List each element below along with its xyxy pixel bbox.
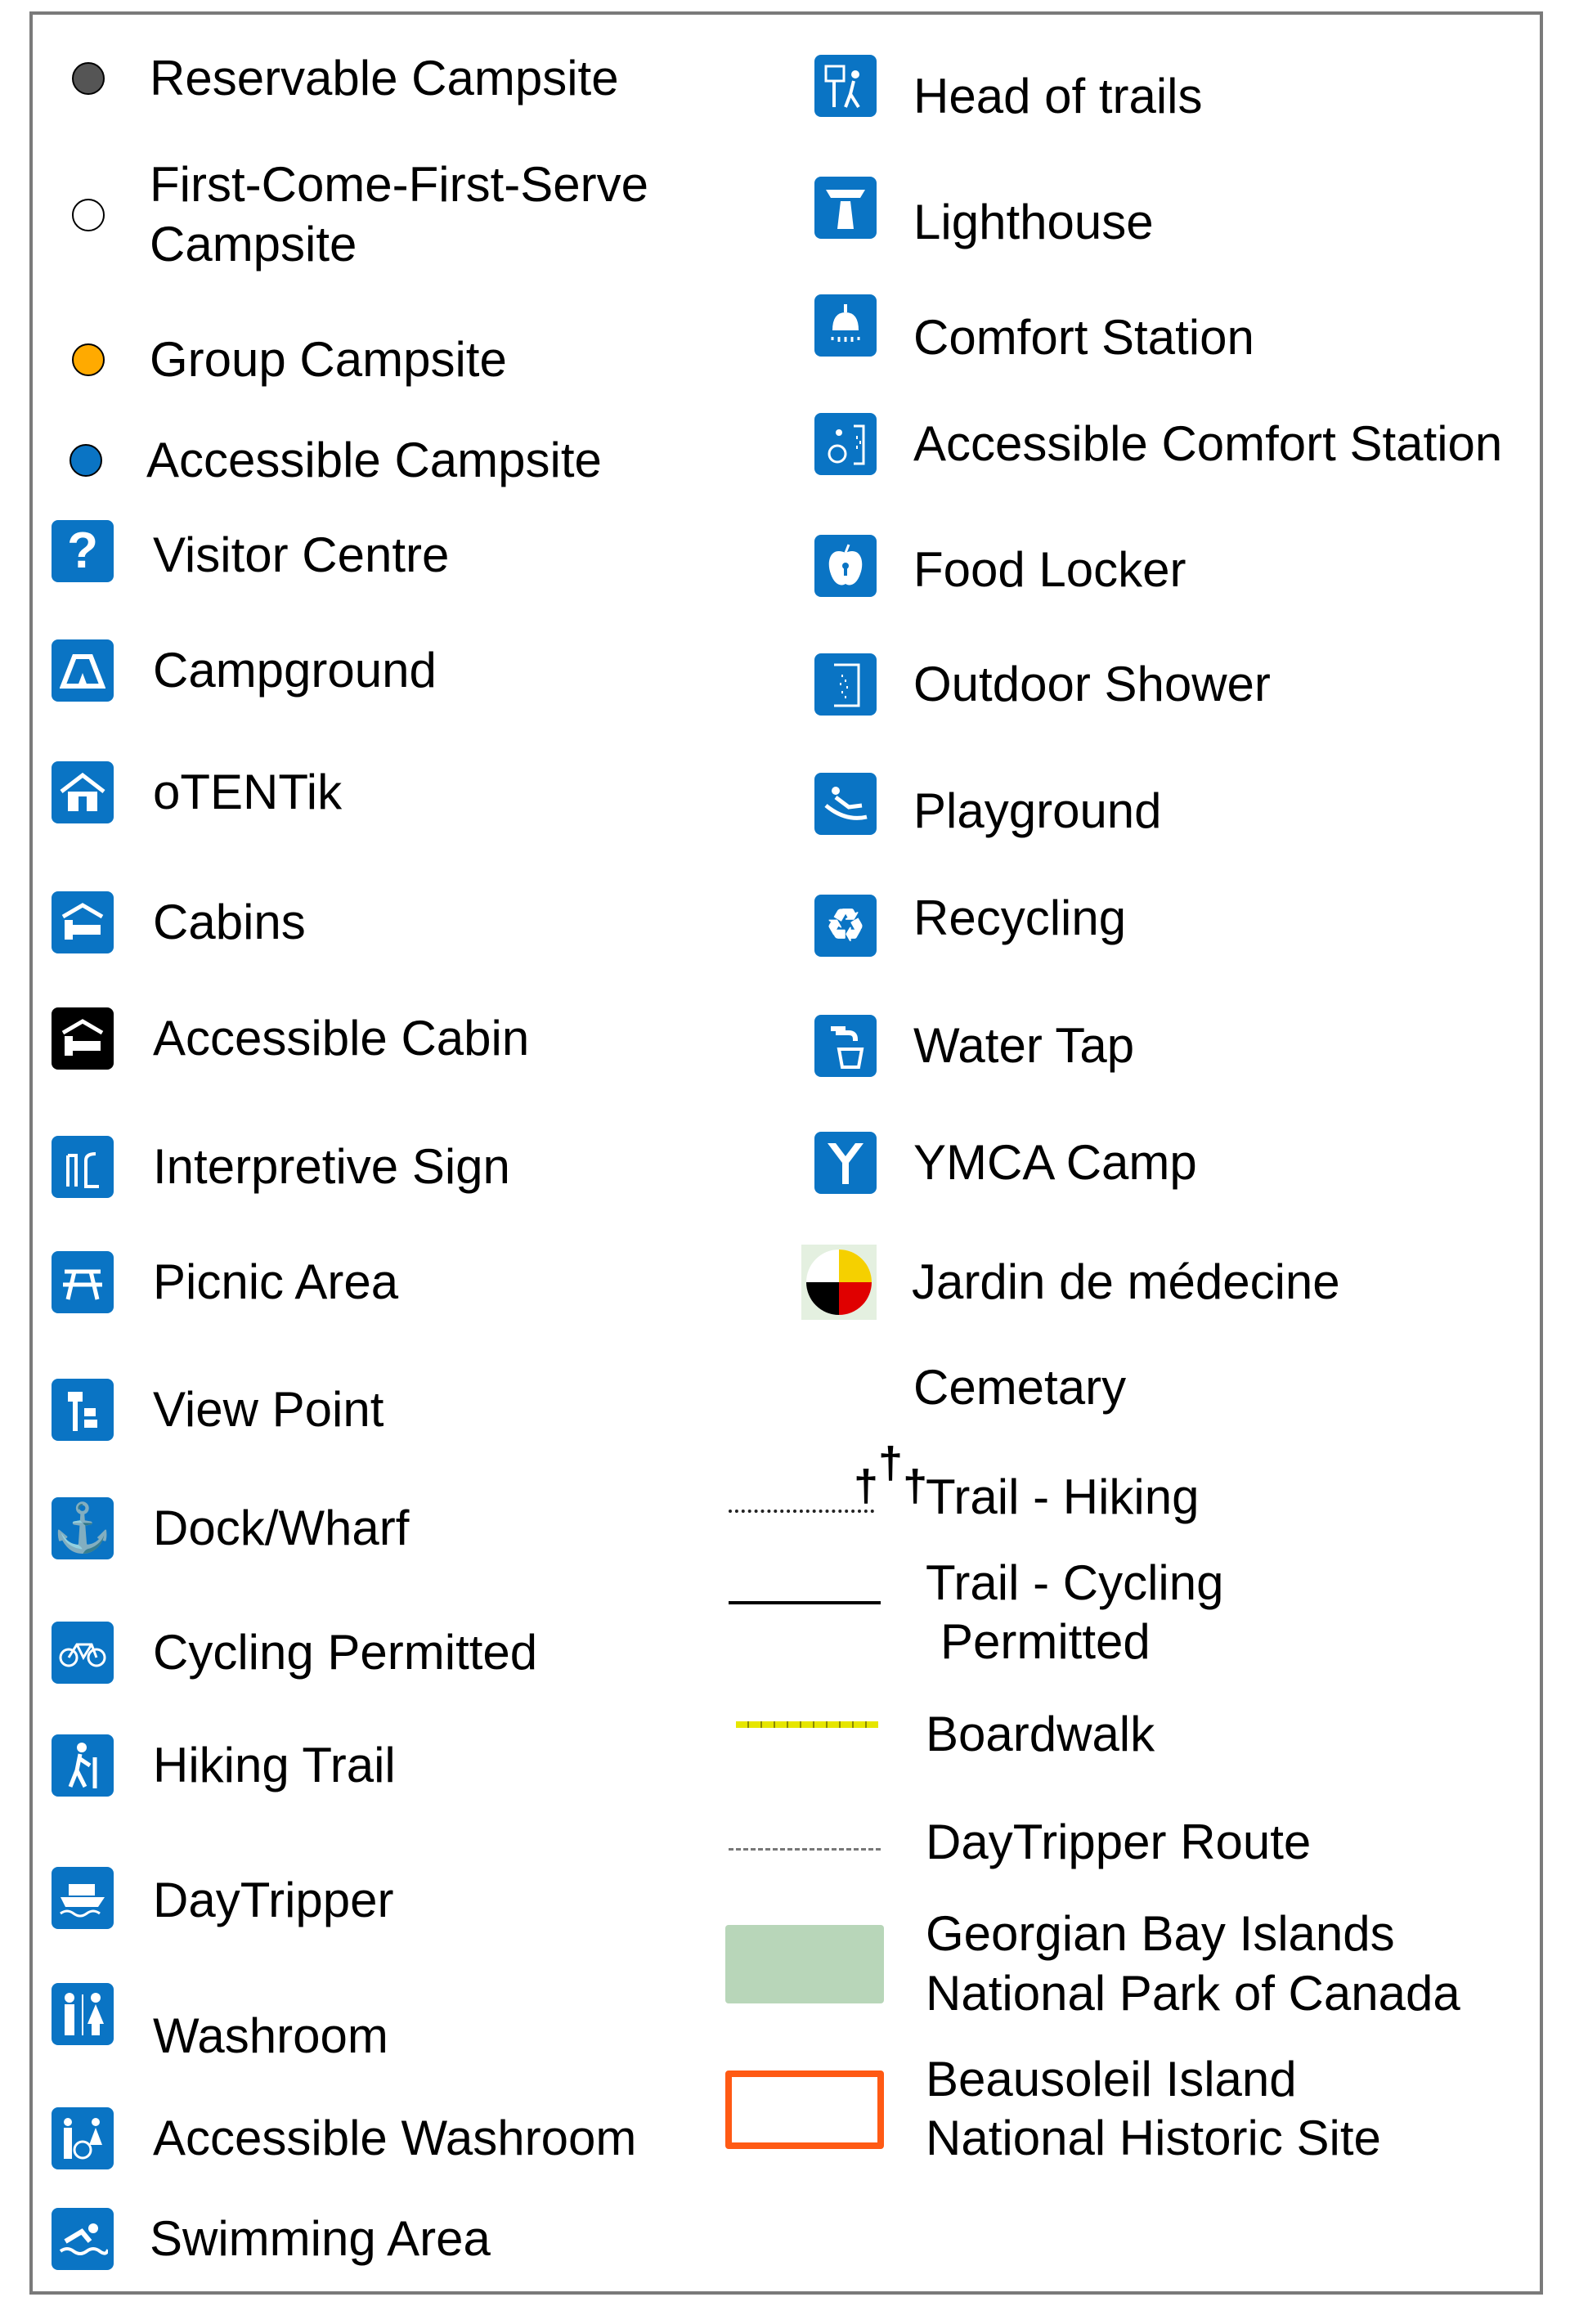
national-park-area-swatch xyxy=(725,1925,884,2003)
legend-label: Trail - Hiking xyxy=(926,1469,1200,1524)
accessible-comfort-station-icon xyxy=(814,413,877,475)
slide-icon xyxy=(814,773,877,835)
legend-label: Water Tap xyxy=(913,1018,1135,1073)
legend-label: Washroom xyxy=(153,2008,388,2063)
hiking-trail-line xyxy=(729,1510,874,1513)
shower-icon xyxy=(814,294,877,357)
legend-label: YMCA Camp xyxy=(913,1135,1197,1190)
outdoor-shower-icon xyxy=(814,653,877,716)
legend-label: Picnic Area xyxy=(153,1254,399,1309)
legend-label: Swimming Area xyxy=(150,2211,491,2266)
legend-label: Recycling xyxy=(913,891,1127,945)
ymca-icon xyxy=(814,1132,877,1194)
lighthouse-icon xyxy=(814,177,877,239)
medicine-wheel-icon xyxy=(801,1245,877,1320)
accessible-washroom-icon xyxy=(52,2107,114,2169)
legend-label: Beausoleil Island xyxy=(926,2052,1297,2106)
legend-label: Boardwalk xyxy=(926,1707,1155,1761)
accessible-campsite-icon xyxy=(70,444,102,477)
legend-label: First-Come-First-Serve xyxy=(150,157,648,212)
interpretive-sign-icon xyxy=(52,1136,114,1198)
viewpoint-icon xyxy=(52,1379,114,1441)
anchor-icon: ⚓ xyxy=(52,1497,114,1559)
legend-label: Playground xyxy=(913,783,1162,838)
group-campsite-icon xyxy=(72,343,105,376)
legend-label: Cabins xyxy=(153,895,306,949)
food-locker-icon xyxy=(814,535,877,597)
legend-label: Trail - Cycling xyxy=(926,1555,1224,1610)
washroom-icon xyxy=(52,1983,114,2045)
legend-label: View Point xyxy=(153,1382,384,1437)
legend-label: Accessible Washroom xyxy=(153,2111,637,2165)
cycling-trail-line xyxy=(729,1601,881,1604)
boat-icon xyxy=(52,1867,114,1929)
legend-label: Visitor Centre xyxy=(153,527,450,582)
legend-label: Accessible Campsite xyxy=(146,433,602,487)
bicycle-icon xyxy=(52,1622,114,1684)
picnic-table-icon xyxy=(52,1251,114,1313)
legend-label: Head of trails xyxy=(913,69,1203,123)
fcfs-campsite-icon xyxy=(72,199,105,231)
legend-label: Lighthouse xyxy=(913,195,1154,249)
legend-label: Hiking Trail xyxy=(153,1738,396,1792)
historic-site-outline-swatch xyxy=(725,2071,884,2149)
otentik-icon xyxy=(52,761,114,823)
legend-label: DayTripper Route xyxy=(926,1815,1312,1869)
legend-label: Food Locker xyxy=(913,542,1186,597)
legend-label: Campsite xyxy=(150,217,357,271)
legend-label: Campground xyxy=(153,643,437,698)
legend-label: National Historic Site xyxy=(926,2111,1381,2165)
legend-label: Permitted xyxy=(940,1614,1151,1669)
legend-label: Jardin de médecine xyxy=(912,1254,1340,1309)
tent-icon xyxy=(52,639,114,702)
legend-label: Accessible Comfort Station xyxy=(913,416,1503,471)
legend-label: Comfort Station xyxy=(913,310,1254,365)
legend-label: Interpretive Sign xyxy=(153,1139,510,1194)
legend-label: Dock/Wharf xyxy=(153,1501,410,1555)
accessible-cabin-icon xyxy=(52,1007,114,1070)
legend-label: Group Campsite xyxy=(150,332,507,387)
legend-label: Reservable Campsite xyxy=(150,51,619,105)
cabin-icon xyxy=(52,891,114,953)
boardwalk-line xyxy=(736,1721,878,1728)
legend-label: oTENTik xyxy=(153,765,343,819)
crosses-icon: ††† xyxy=(854,1438,928,1510)
daytripper-route-line xyxy=(729,1848,881,1851)
water-tap-icon xyxy=(814,1015,877,1077)
legend-label: Georgian Bay Islands xyxy=(926,1906,1395,1961)
reservable-campsite-icon xyxy=(72,62,105,95)
legend-label: Cycling Permitted xyxy=(153,1625,538,1680)
legend-label: DayTripper xyxy=(153,1873,394,1927)
trailhead-icon xyxy=(814,55,877,117)
recycling-icon: ♻ xyxy=(814,895,877,957)
legend-label: Accessible Cabin xyxy=(153,1011,530,1066)
legend-label: Outdoor Shower xyxy=(913,657,1271,711)
hiker-icon xyxy=(52,1734,114,1797)
swimmer-icon xyxy=(52,2208,114,2270)
legend-label: Cemetary xyxy=(913,1360,1127,1415)
legend-label: National Park of Canada xyxy=(926,1966,1460,2021)
question-icon: ? xyxy=(52,520,114,582)
